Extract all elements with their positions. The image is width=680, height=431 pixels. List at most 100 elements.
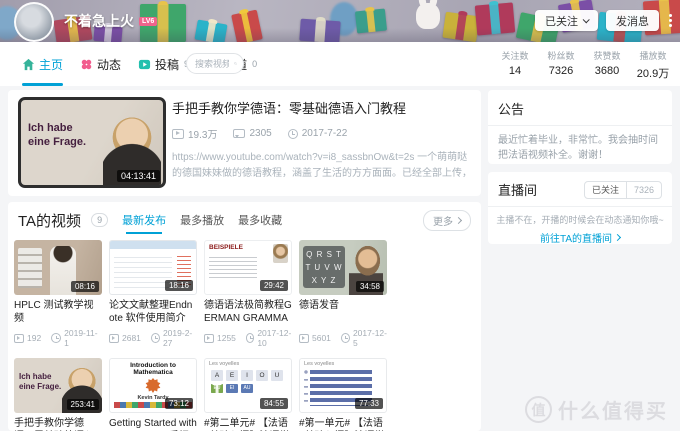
lab-instrument-art [18, 248, 42, 288]
play-count-icon [172, 128, 184, 139]
video-card[interactable]: 18:16 论文文献整理Endnote 软件使用简介 2681 2019-2-2… [109, 240, 197, 348]
video-card[interactable]: Les voyelles 77:33 #第一单元# 【法语0基础入门】法语学习L… [299, 358, 387, 431]
video-thumbnail[interactable]: Q R S T T U V W X Y Z 34:58 [299, 240, 387, 295]
sort-most-favorited[interactable]: 最多收藏 [238, 212, 282, 228]
featured-stats: 19.3万 2305 2017-7-22 [172, 126, 472, 141]
goto-live-room-link[interactable]: 前往TA的直播间 [540, 230, 622, 245]
tab-submissions[interactable]: 投稿 9 [138, 42, 189, 86]
more-button[interactable]: 更多 [423, 210, 471, 231]
tab-submissions-label: 投稿 [155, 57, 180, 72]
thumbnail-text: BEISPIELE [209, 244, 243, 251]
video-duration: 04:13:41 [116, 170, 160, 182]
video-card[interactable]: Ich habe eine Frage. 253:41 手把手教你学德语：零基础… [14, 358, 102, 431]
video-title[interactable]: 论文文献整理Endnote 软件使用简介 [109, 299, 197, 325]
featured-info: 手把手教你学德语：零基础德语入门教程 19.3万 2305 2017-7-22 … [172, 98, 472, 182]
thumbnail-text: Ich habe eine Frage. [19, 372, 62, 392]
stat-followers[interactable]: 粉丝数 7326 [542, 49, 580, 81]
featured-title[interactable]: 手把手教你学德语：零基础德语入门教程 [172, 98, 472, 117]
announcement-card: 公告 最近忙着毕业，非常忙。我会抽时间把法语视频补全。谢谢！ [488, 90, 672, 164]
video-duration: 84:55 [259, 398, 288, 409]
video-card[interactable]: Introduction to Mathematica Kevin Tardy … [109, 358, 197, 431]
smzdm-logo-icon: 值 [525, 396, 552, 423]
video-card[interactable]: Les voyelles A E I O U AI EI AU EU 84: [204, 358, 292, 431]
stat-plays[interactable]: 播放数 20.9万 [634, 49, 672, 81]
video-card[interactable]: Q R S T T U V W X Y Z 34:58 德语发音 5601 20… [299, 240, 387, 348]
video-title[interactable]: 德语语法极简教程GERMAN GRAMMAR - EXPLAINED [204, 299, 292, 325]
thumbnail-caption: Les voyelles [209, 361, 240, 367]
tab-home-label: 主页 [39, 57, 64, 72]
play-count-icon [14, 333, 24, 343]
video-search-box[interactable] [186, 53, 244, 74]
video-title[interactable]: #第二单元# 【法语0基础入门】法语学习Learn French - [204, 417, 292, 431]
stat-value: 3680 [594, 65, 620, 77]
video-title[interactable]: 手把手教你学德语：零基础德语入门教程 [14, 417, 102, 431]
play-count-icon [109, 333, 119, 343]
video-title[interactable]: #第一单元# 【法语0基础入门】法语学习Learn French [299, 417, 387, 431]
videos-header: TA的视频 9 最新发布 最多播放 最多收藏 更多 [8, 202, 481, 238]
featured-thumbnail[interactable]: Ich habe eine Frage. 04:13:41 [18, 97, 166, 188]
user-stats: 关注数 14 粉丝数 7326 获赞数 3680 播放数 20.9万 [496, 49, 672, 81]
live-offline-text: 主播不在，开播的时候会在动态通知你哦~ [496, 215, 664, 225]
mathematica-logo-art [145, 378, 161, 394]
more-options-icon[interactable] [667, 12, 674, 29]
vowel-sub-cell: EI [226, 384, 238, 393]
video-title[interactable]: 德语发音 [299, 299, 387, 325]
search-icon[interactable] [234, 58, 237, 69]
smzdm-watermark-text: 什么值得买 [558, 401, 668, 423]
stat-label: 播放数 [639, 51, 667, 61]
stat-label: 获赞数 [593, 51, 621, 61]
submissions-icon [138, 59, 151, 69]
clock-icon [245, 333, 255, 343]
send-message-button[interactable]: 发消息 [606, 10, 659, 31]
featured-video-card: Ich habe eine Frage. 04:13:41 手把手教你学德语：零… [8, 90, 481, 196]
software-rows-art [114, 253, 172, 289]
sort-newest[interactable]: 最新发布 [122, 212, 166, 234]
vowel-cell: A [211, 370, 223, 381]
vowel-sub-row: AI EI AU EU [211, 384, 253, 393]
video-thumbnail[interactable]: Ich habe eine Frage. 253:41 [14, 358, 102, 413]
letters-row: X Y Z [311, 276, 337, 285]
clover-icon [81, 59, 92, 69]
slide-text-art [209, 254, 257, 280]
video-duration: 253:41 [66, 399, 99, 410]
thumbnail-text: Ich habe eine Frage. [28, 122, 87, 148]
avatar[interactable] [14, 2, 54, 42]
stat-following[interactable]: 关注数 14 [496, 49, 534, 81]
video-thumbnail[interactable]: 08:16 [14, 240, 102, 295]
video-title[interactable]: HPLC 测试教学视频 [14, 299, 102, 325]
video-card[interactable]: 08:16 HPLC 测试教学视频 192 2019-11-1 [14, 240, 102, 348]
live-follow-button[interactable]: 已关注 7326 [583, 180, 662, 199]
video-meta: 1255 2017-12-10 [204, 328, 292, 348]
video-plays: 192 [27, 333, 42, 343]
video-card[interactable]: BEISPIELE 29:42 德语语法极简教程GERMAN GRAMMAR -… [204, 240, 292, 348]
followed-button[interactable]: 已关注 [535, 10, 598, 31]
live-room-header: 直播间 已关注 7326 [488, 172, 672, 207]
video-date: 2017-12-10 [257, 328, 292, 348]
thumbnail-caption: Les voyelles [304, 361, 335, 367]
video-plays: 2681 [122, 333, 141, 343]
video-meta: 5601 2017-12-5 [299, 328, 387, 348]
video-title[interactable]: Getting Started with Mathematica 手把手入门 [109, 417, 197, 431]
video-thumbnail[interactable]: Introduction to Mathematica Kevin Tardy … [109, 358, 197, 413]
video-thumbnail[interactable]: 18:16 [109, 240, 197, 295]
stat-label: 粉丝数 [547, 51, 575, 61]
tab-dynamic[interactable]: 动态 [80, 42, 121, 86]
search-input[interactable] [193, 57, 231, 70]
vowel-cell: E [226, 370, 238, 381]
video-thumbnail[interactable]: BEISPIELE 29:42 [204, 240, 292, 295]
stat-likes[interactable]: 获赞数 3680 [588, 49, 626, 81]
video-thumbnail[interactable]: Les voyelles A E I O U AI EI AU EU 84: [204, 358, 292, 413]
tab-channels-count: 0 [252, 59, 258, 69]
stat-value: 20.9万 [636, 68, 670, 80]
clock-icon [150, 333, 160, 343]
video-thumbnail[interactable]: Les voyelles 77:33 [299, 358, 387, 413]
live-followed-label[interactable]: 已关注 [585, 182, 626, 198]
vowel-cell: O [256, 370, 268, 381]
bunny-plush [416, 3, 440, 29]
live-followers-count: 7326 [625, 181, 661, 198]
video-meta: 192 2019-11-1 [14, 328, 102, 348]
vowel-sub-cell: EU [211, 384, 223, 393]
sort-most-played[interactable]: 最多播放 [180, 212, 224, 228]
tab-home[interactable]: 主页 [22, 42, 64, 86]
username: 不着急上火 [64, 13, 134, 29]
